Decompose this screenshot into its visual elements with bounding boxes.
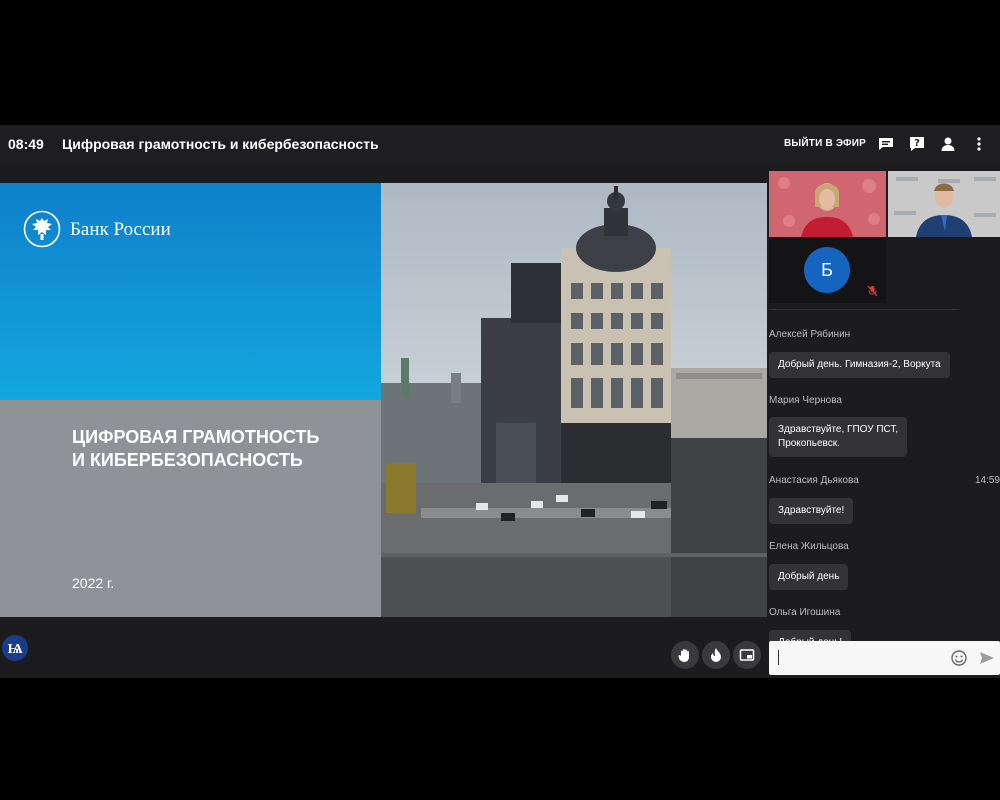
more-icon[interactable] <box>970 135 988 153</box>
svg-text:?: ? <box>914 138 920 149</box>
chat-timestamp: 14:59 <box>974 475 1000 486</box>
slide-title: ЦИФРОВАЯ ГРАМОТНОСТЬ И КИБЕРБЕЗОПАСНОСТЬ <box>72 426 372 472</box>
chat-message: Добрый день. Гимназия-2, Воркута <box>769 352 950 378</box>
participant-video-1[interactable] <box>769 171 886 237</box>
svg-text:Ѩ: Ѩ <box>7 641 23 657</box>
mic-off-icon <box>867 285 878 297</box>
chat-author: Елена Жильцова <box>769 541 849 552</box>
chat-author: Алексей Рябинин <box>769 329 851 340</box>
conference-window: 08:49 Цифровая грамотность и кибербезопа… <box>0 125 1000 678</box>
chat-panel: Алексей Рябинин Добрый день. Гимназия-2,… <box>769 315 1000 641</box>
reaction-icon <box>711 648 721 662</box>
chat-message-line: Прокопьевск. <box>778 438 840 449</box>
clock: 08:49 <box>8 136 44 152</box>
building-photo <box>381 183 767 617</box>
send-icon[interactable] <box>979 650 995 666</box>
participants-icon[interactable] <box>939 135 957 153</box>
participant-tile-3[interactable]: Б <box>769 237 886 303</box>
slide-title-line-1: ЦИФРОВАЯ ГРАМОТНОСТЬ <box>72 427 320 447</box>
chat-author: Мария Чернова <box>769 395 842 406</box>
slide-title-line-2: И КИБЕРБЕЗОПАСНОСТЬ <box>72 450 303 470</box>
help-icon[interactable]: ? <box>908 135 926 153</box>
slide-year: 2022 г. <box>72 575 115 591</box>
chat-message-line: Здравствуйте, ГПОУ ПСТ, <box>778 424 899 435</box>
presentation-slide: Банк России ЦИФРОВАЯ ГРАМОТНОСТЬ И КИБЕР… <box>0 183 767 617</box>
chat-message: Добрый день! <box>769 630 852 641</box>
chat-author: Анастасия Дьякова <box>769 475 859 486</box>
hse-logo-icon: Ѩ <box>2 635 28 661</box>
picture-in-picture-icon <box>739 649 755 661</box>
reaction-button[interactable] <box>702 641 730 669</box>
participant-video-2[interactable] <box>888 171 1000 237</box>
chat-message: Здравствуйте, ГПОУ ПСТ, Прокопьевск. <box>769 417 908 457</box>
emoji-icon[interactable] <box>951 650 967 666</box>
chat-author: Ольга Игошина <box>769 607 841 618</box>
brand-name: Банк России <box>70 219 171 240</box>
picture-in-picture-button[interactable] <box>733 641 761 669</box>
conference-title: Цифровая грамотность и кибербезопасность <box>62 136 379 152</box>
raise-hand-icon <box>678 649 689 662</box>
slide-text-panel: Банк России ЦИФРОВАЯ ГРАМОТНОСТЬ И КИБЕР… <box>0 183 381 617</box>
top-bar: 08:49 Цифровая грамотность и кибербезопа… <box>0 125 1000 165</box>
chat-message: Здравствуйте! <box>769 498 854 524</box>
chat-icon[interactable] <box>877 135 895 153</box>
chat-message: Добрый день <box>769 564 849 590</box>
text-caret <box>778 650 779 665</box>
bank-emblem-icon <box>23 210 61 248</box>
go-live-button[interactable]: ВЫЙТИ В ЭФИР <box>784 138 866 149</box>
raise-hand-button[interactable] <box>671 641 699 669</box>
avatar: Б <box>804 247 850 293</box>
chat-input[interactable] <box>769 641 1000 675</box>
divider <box>769 309 959 310</box>
